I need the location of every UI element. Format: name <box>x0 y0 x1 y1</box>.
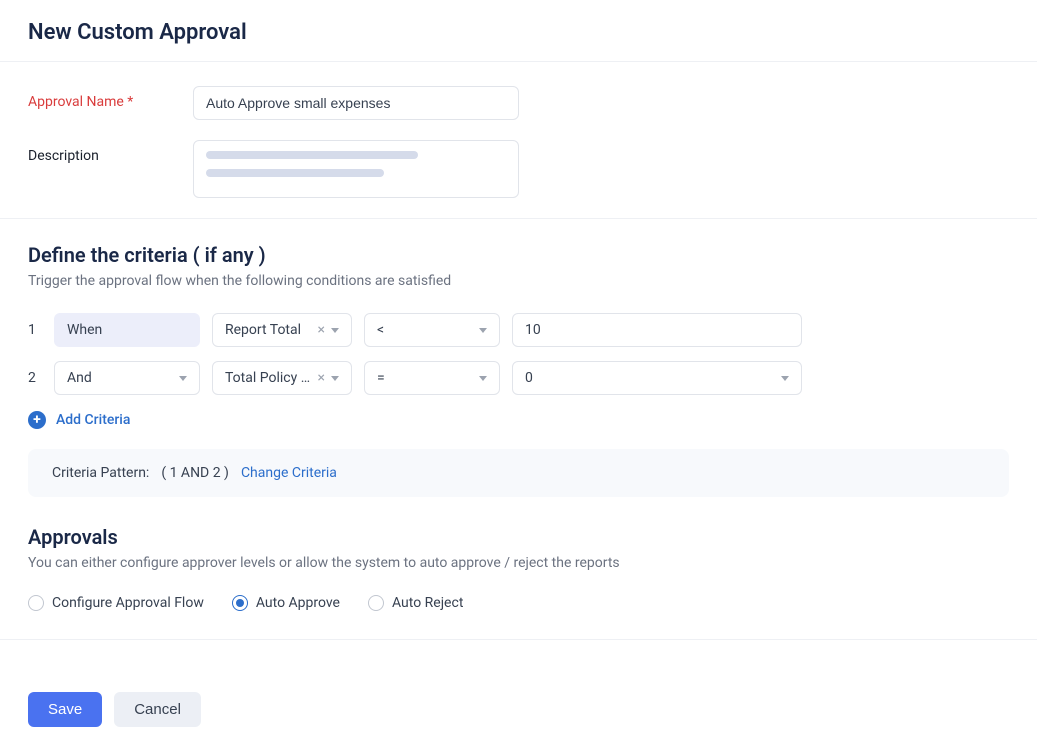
row-number: 2 <box>28 370 42 386</box>
radio-configure-flow[interactable]: Configure Approval Flow <box>28 595 204 611</box>
plus-icon: + <box>28 411 46 429</box>
approvals-subtext: You can either configure approver levels… <box>28 555 1009 571</box>
cancel-button[interactable]: Cancel <box>114 692 201 727</box>
criteria-row: 1 When Report Total × < 10 <box>28 313 1009 347</box>
pattern-value: ( 1 AND 2 ) <box>161 465 229 481</box>
chevron-down-icon <box>479 328 487 333</box>
approval-name-input[interactable] <box>193 86 519 120</box>
page-title: New Custom Approval <box>28 20 1009 45</box>
value-input[interactable]: 10 <box>512 313 802 347</box>
chevron-down-icon <box>179 376 187 381</box>
criteria-row: 2 And Total Policy Viola... × = 0 <box>28 361 1009 395</box>
radio-icon <box>28 595 44 611</box>
chevron-down-icon <box>479 376 487 381</box>
criteria-heading: Define the criteria ( if any ) <box>28 243 1009 267</box>
radio-auto-reject[interactable]: Auto Reject <box>368 595 463 611</box>
save-button[interactable]: Save <box>28 692 102 727</box>
criteria-pattern-box: Criteria Pattern: ( 1 AND 2 ) Change Cri… <box>28 449 1009 497</box>
description-label: Description <box>28 140 193 164</box>
row-number: 1 <box>28 322 42 338</box>
divider <box>0 218 1037 219</box>
add-criteria-button[interactable]: + Add Criteria <box>28 411 1009 429</box>
chevron-down-icon <box>331 328 339 333</box>
operator-select[interactable]: = <box>364 361 500 395</box>
condition-when: When <box>54 313 200 347</box>
field-select[interactable]: Total Policy Viola... × <box>212 361 352 395</box>
description-input[interactable] <box>193 140 519 198</box>
criteria-subtext: Trigger the approval flow when the follo… <box>28 273 1009 289</box>
divider <box>0 639 1037 640</box>
approval-name-label: Approval Name * <box>28 86 193 110</box>
pattern-label: Criteria Pattern: <box>52 465 149 481</box>
approval-mode-radios: Configure Approval Flow Auto Approve Aut… <box>28 595 1009 611</box>
value-select[interactable]: 0 <box>512 361 802 395</box>
clear-icon[interactable]: × <box>318 370 325 386</box>
radio-icon <box>232 595 248 611</box>
placeholder-line <box>206 169 384 177</box>
chevron-down-icon <box>781 376 789 381</box>
placeholder-line <box>206 151 418 159</box>
clear-icon[interactable]: × <box>318 322 325 338</box>
operator-select[interactable]: < <box>364 313 500 347</box>
field-select[interactable]: Report Total × <box>212 313 352 347</box>
chevron-down-icon <box>331 376 339 381</box>
change-criteria-link[interactable]: Change Criteria <box>241 465 337 481</box>
approvals-heading: Approvals <box>28 525 1009 549</box>
radio-icon <box>368 595 384 611</box>
condition-and-select[interactable]: And <box>54 361 200 395</box>
divider <box>0 61 1037 62</box>
add-criteria-label: Add Criteria <box>56 412 130 428</box>
radio-auto-approve[interactable]: Auto Approve <box>232 595 340 611</box>
